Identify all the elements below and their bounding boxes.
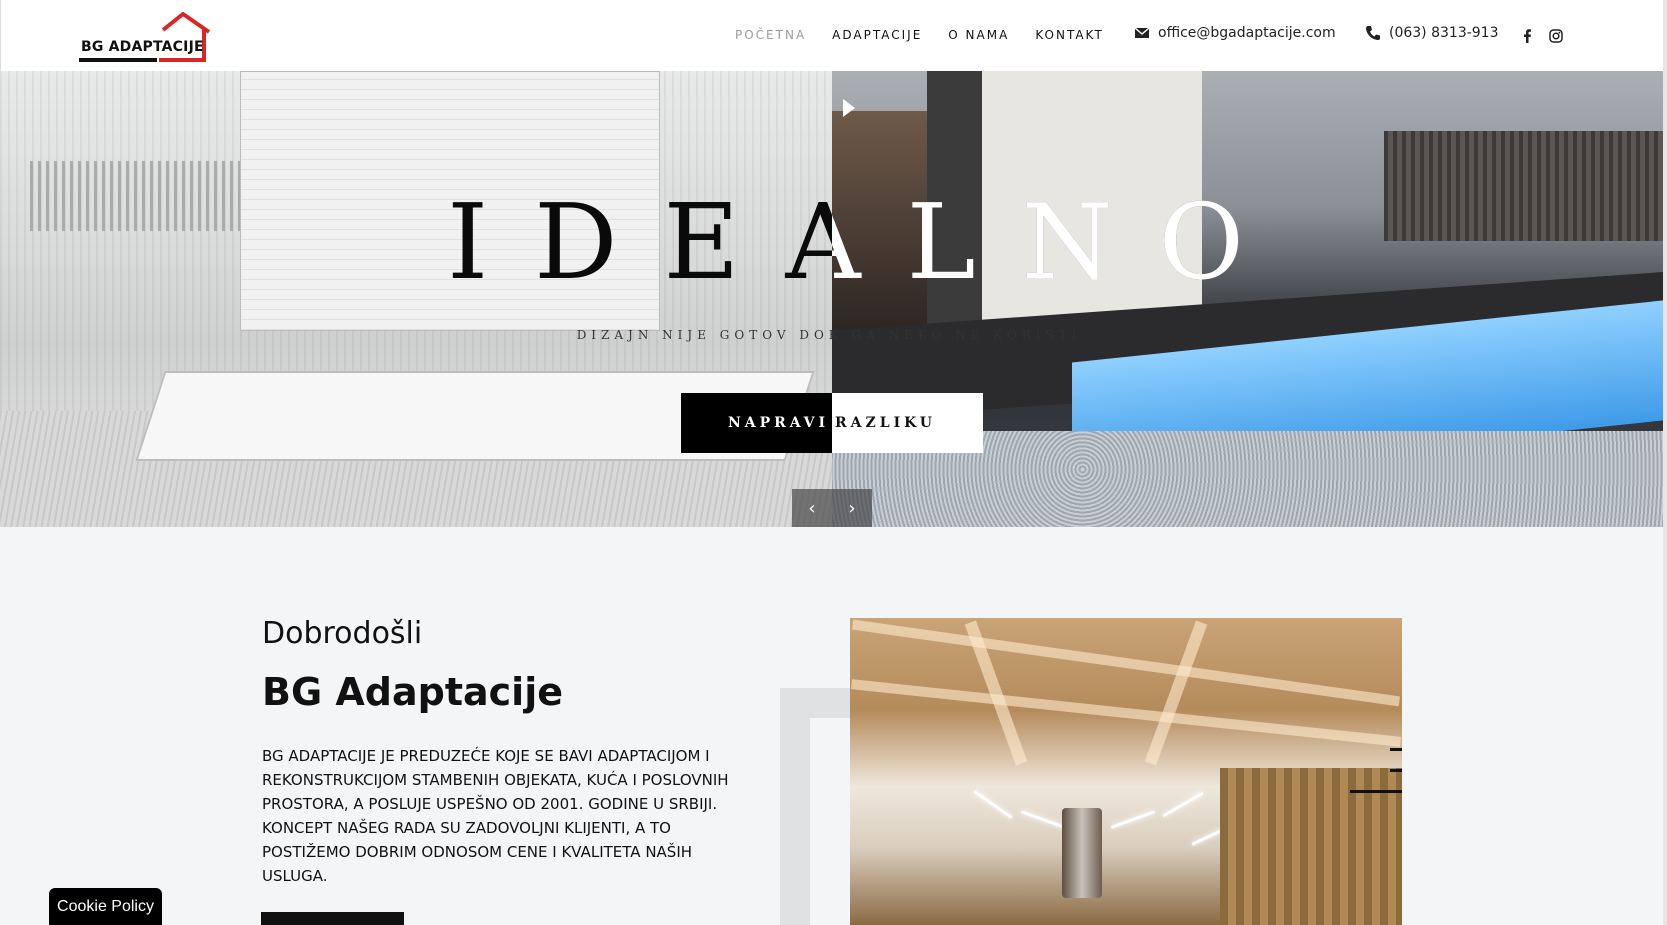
welcome-description: BG ADAPTACIJE JE PREDUZEĆE KOJE SE BAVI … xyxy=(262,747,729,885)
nav-item-o-nama[interactable]: O NAMA xyxy=(948,28,1009,42)
cookie-policy-button[interactable]: Cookie Policy xyxy=(49,888,162,925)
nav-item-adaptacije[interactable]: ADAPTACIJE xyxy=(832,28,922,42)
led-strip xyxy=(973,790,1013,819)
instagram-glyph-icon xyxy=(1549,29,1563,43)
envelope-icon xyxy=(1134,27,1150,38)
site-header: BG ADAPTACIJE POČETNA ADAPTACIJE O NAMA … xyxy=(0,0,1667,71)
logo[interactable]: BG ADAPTACIJE xyxy=(79,12,224,64)
facebook-glyph-icon xyxy=(1524,29,1531,43)
led-strip xyxy=(1162,791,1204,818)
phone-icon xyxy=(1366,26,1380,40)
welcome-more-button[interactable] xyxy=(261,912,404,925)
logo-house-icon xyxy=(79,12,211,62)
dash xyxy=(1350,790,1402,793)
button-label-part1: NAPRAVI xyxy=(727,415,830,431)
phone-text: (063) 8313-913 xyxy=(1389,25,1499,41)
hero-subtitle: DIZAJN NIJE GOTOV DOK GA NEKO NE KORISTI… xyxy=(576,328,1091,342)
slider-next-button[interactable]: › xyxy=(832,489,872,527)
ceiling-beam xyxy=(1144,620,1208,766)
scrollbar[interactable] xyxy=(1663,0,1667,925)
led-strip xyxy=(1020,810,1066,829)
page: BG ADAPTACIJE POČETNA ADAPTACIJE O NAMA … xyxy=(0,0,1667,925)
play-icon[interactable] xyxy=(843,99,855,117)
main-nav: POČETNA ADAPTACIJE O NAMA KONTAKT xyxy=(735,28,1130,42)
image-frame-decoration xyxy=(780,688,850,925)
slider-nav: ‹ › xyxy=(792,489,872,527)
image-dash-decoration xyxy=(1350,748,1402,818)
email-text: office@bgadaptacije.com xyxy=(1158,25,1336,41)
dash xyxy=(1390,748,1402,751)
email-contact[interactable]: office@bgadaptacije.com xyxy=(1134,25,1336,41)
napravi-razliku-button[interactable]: NAPRAVI RAZLIKU xyxy=(681,393,983,453)
nav-item-pocetna[interactable]: POČETNA xyxy=(735,28,806,42)
welcome-title: BG Adaptacije xyxy=(262,670,563,714)
pendant-lamp xyxy=(1062,808,1102,898)
nav-item-kontakt[interactable]: KONTAKT xyxy=(1035,28,1104,42)
phone-contact[interactable]: (063) 8313-913 xyxy=(1365,25,1499,41)
led-strip xyxy=(1110,810,1156,829)
facebook-icon[interactable] xyxy=(1518,27,1536,45)
button-label-part2: RAZLIKU xyxy=(835,415,937,431)
logo-text: BG ADAPTACIJE xyxy=(81,39,204,55)
slider-prev-button[interactable]: ‹ xyxy=(792,489,832,527)
hero-slider: IDEALNO IDEALNO DIZAJN NIJE GOTOV DOK GA… xyxy=(0,71,1667,527)
welcome-subtitle: Dobrodošli xyxy=(262,616,423,651)
interior-ceiling-image xyxy=(850,618,1402,925)
instagram-icon[interactable] xyxy=(1547,27,1565,45)
dash xyxy=(1390,769,1402,772)
